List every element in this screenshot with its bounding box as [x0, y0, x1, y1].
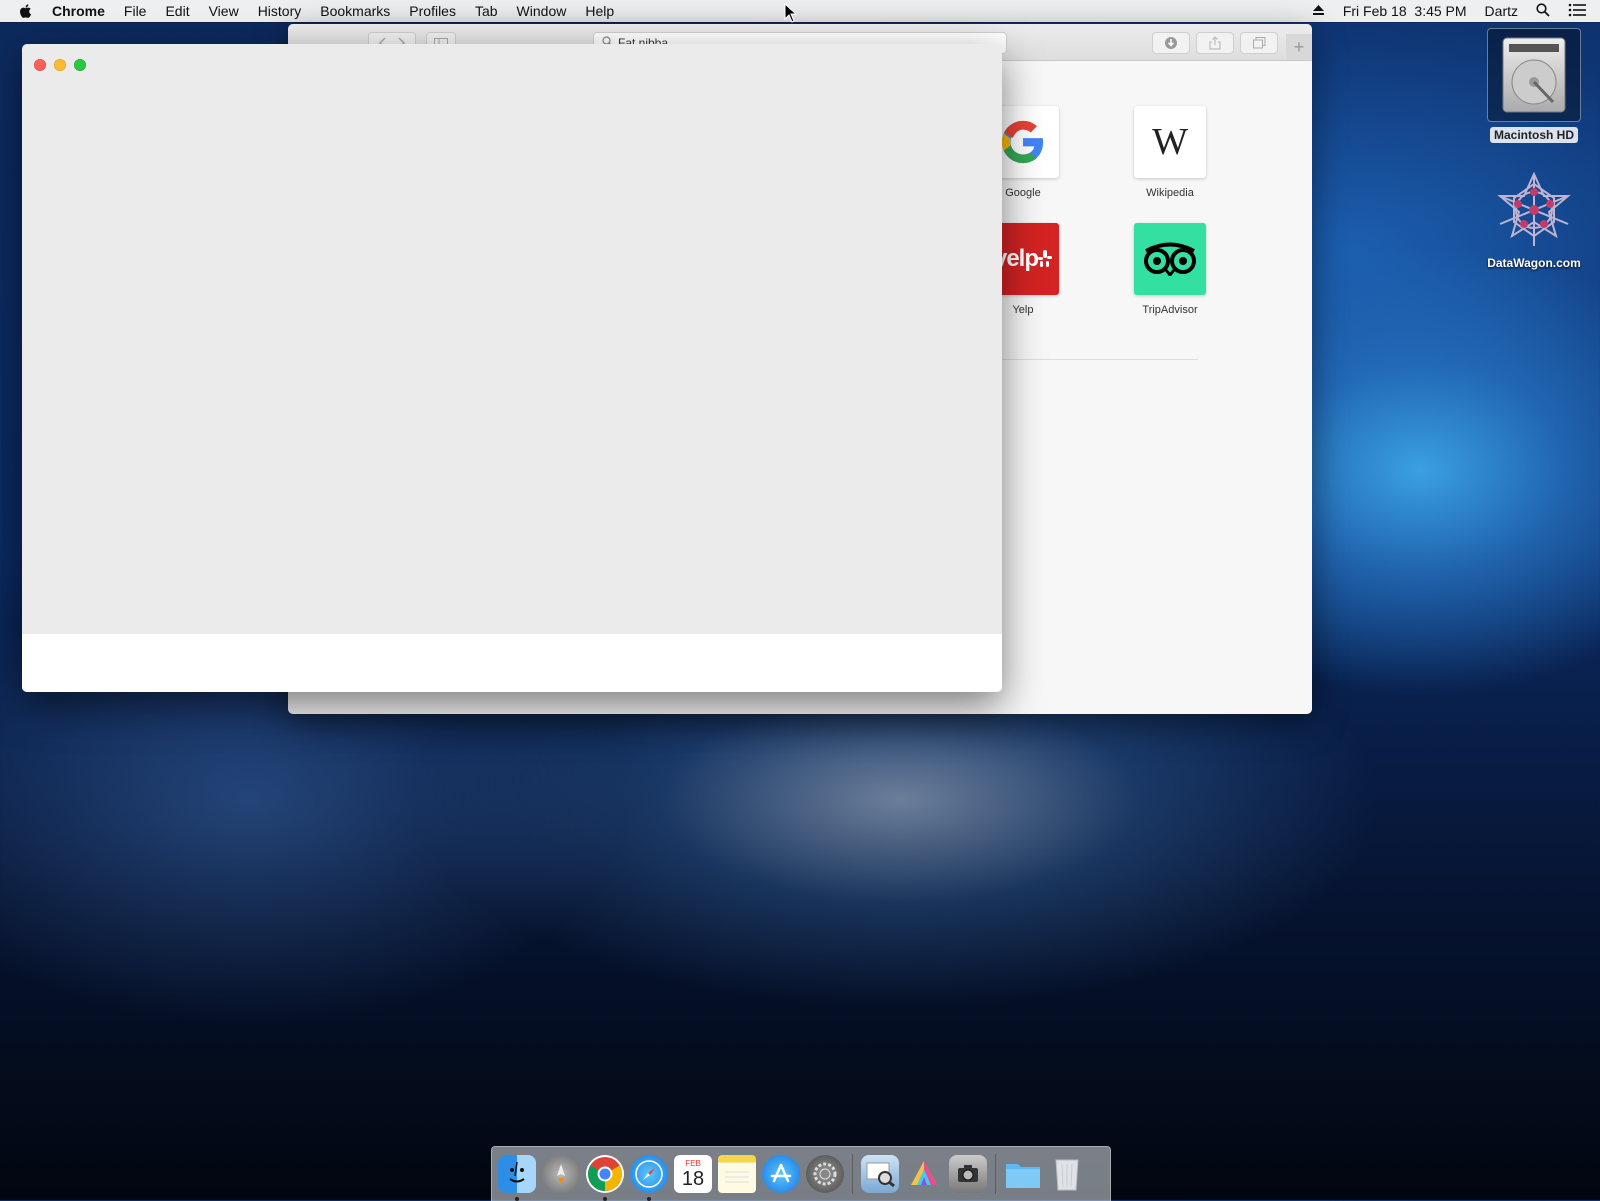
downloads-button[interactable]	[1152, 32, 1190, 54]
color-picker-icon[interactable]	[905, 1155, 943, 1193]
safari-icon[interactable]	[630, 1155, 668, 1201]
wikipedia-logo-icon: W	[1134, 106, 1206, 178]
trash-icon[interactable]	[1048, 1155, 1086, 1193]
eject-icon[interactable]	[1312, 3, 1325, 19]
finder-icon[interactable]	[498, 1155, 536, 1201]
menu-profiles[interactable]: Profiles	[409, 3, 456, 19]
running-indicator	[515, 1197, 519, 1201]
macintosh-hd-desktop-item[interactable]: Macintosh HD	[1480, 28, 1588, 143]
notes-icon[interactable]	[718, 1155, 756, 1193]
share-button[interactable]	[1196, 32, 1234, 54]
favorite-label: TripAdvisor	[1142, 304, 1198, 316]
menu-bar: Chrome File Edit View History Bookmarks …	[0, 0, 1600, 22]
desktop-item-label: Macintosh HD	[1489, 127, 1578, 143]
calendar-icon[interactable]: FEB 18	[674, 1155, 712, 1193]
running-indicator	[603, 1197, 607, 1201]
dock-separator	[995, 1154, 996, 1194]
system-preferences-icon[interactable]	[806, 1155, 844, 1193]
hard-drive-icon	[1487, 28, 1581, 122]
tripadvisor-owl-icon	[1134, 223, 1206, 295]
desktop-item-label: DataWagon.com	[1487, 256, 1581, 270]
menu-help[interactable]: Help	[585, 3, 614, 19]
menu-clock[interactable]: Fri Feb 18 3:45 PM	[1343, 3, 1467, 19]
blank-chrome-window[interactable]	[22, 44, 1002, 692]
close-button[interactable]	[34, 59, 46, 71]
calendar-month: FEB	[685, 1158, 701, 1168]
downloads-folder-icon[interactable]	[1004, 1155, 1042, 1193]
menu-view[interactable]: View	[209, 3, 239, 19]
apple-menu-icon[interactable]	[18, 3, 36, 19]
preview-icon[interactable]	[861, 1155, 899, 1193]
dock-separator	[852, 1154, 853, 1194]
app-store-icon[interactable]	[762, 1155, 800, 1193]
menu-window[interactable]: Window	[517, 3, 567, 19]
favorite-tripadvisor[interactable]: TripAdvisor	[1120, 223, 1220, 316]
menu-file[interactable]: File	[124, 3, 147, 19]
menu-tab[interactable]: Tab	[475, 3, 498, 19]
menu-bookmarks[interactable]: Bookmarks	[320, 3, 390, 19]
window-bottom-area	[22, 634, 1002, 692]
favorite-label: Wikipedia	[1146, 187, 1194, 199]
calendar-day: 18	[681, 1167, 705, 1190]
menu-app-name[interactable]: Chrome	[52, 3, 105, 19]
menu-edit[interactable]: Edit	[165, 3, 189, 19]
chrome-icon[interactable]	[586, 1155, 624, 1201]
menu-history[interactable]: History	[258, 3, 302, 19]
screenshot-icon[interactable]	[949, 1155, 987, 1193]
mouse-cursor-icon	[784, 2, 798, 28]
running-indicator	[647, 1197, 651, 1201]
favorite-wikipedia[interactable]: W Wikipedia	[1120, 106, 1220, 199]
window-controls	[34, 59, 94, 71]
tabs-overview-button[interactable]	[1240, 32, 1278, 54]
dock: FEB 18	[491, 1146, 1111, 1201]
datawagon-desktop-item[interactable]: DataWagon.com	[1470, 170, 1598, 270]
launchpad-icon[interactable]	[542, 1155, 580, 1193]
datawagon-logo-icon	[1494, 170, 1574, 250]
spotlight-search-icon[interactable]	[1536, 2, 1550, 20]
favorites-divider	[988, 359, 1198, 360]
new-tab-button[interactable]: +	[1286, 34, 1312, 60]
notification-center-icon[interactable]	[1568, 3, 1586, 20]
zoom-button[interactable]	[74, 59, 86, 71]
menu-user[interactable]: Dartz	[1485, 3, 1518, 19]
minimize-button[interactable]	[54, 59, 66, 71]
